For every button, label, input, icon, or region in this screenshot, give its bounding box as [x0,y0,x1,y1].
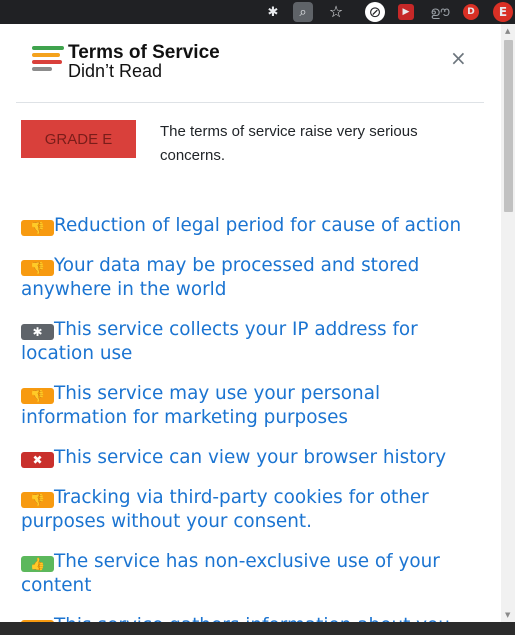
thumbs-up-icon: 👍 [21,556,54,572]
close-button[interactable]: × [450,46,467,70]
bookmark-star-icon[interactable]: ☆ [326,2,346,22]
avatar-glyph: E [498,5,508,19]
red-play-extension-icon[interactable]: ▶ [398,4,414,20]
point-item[interactable]: 👎This service gathers information about … [21,614,471,622]
d-extension-icon[interactable]: D [463,4,479,20]
extension-puzzle-icon[interactable]: ✱ [263,2,283,22]
point-item[interactable]: 👍 The service has non-exclusive use of yo… [21,550,471,598]
point-text[interactable]: This service gathers information about y… [54,615,450,622]
grade-description: The terms of service raise very serious … [160,123,418,164]
x-mark-icon: ✖ [21,452,54,468]
scroll-up-arrow-icon[interactable]: ▲ [505,27,510,35]
app-title-line1: Terms of Service [68,42,220,63]
thumbs-down-icon: 👎 [21,260,54,276]
thumbs-down-icon: 👎 [21,492,54,508]
point-item[interactable]: 👎 Reduction of legal period for cause of … [21,214,471,238]
grade-badge: GRADE E [21,120,136,158]
thumbs-down-icon: 👎 [21,388,54,404]
point-text[interactable]: The service has non-exclusive use of you… [21,551,440,596]
extension-puzzle-glyph: ✱ [267,4,279,20]
point-text[interactable]: This service can view your browser histo… [54,447,446,468]
point-text[interactable]: This service collects your IP address fo… [21,319,418,364]
point-item[interactable]: 👎 Tracking via third-party cookies for ot… [21,486,471,534]
point-item[interactable]: 👎 This service may use your personal info… [21,382,471,430]
point-text[interactable]: This service may use your personal infor… [21,383,380,428]
app-title: Terms of Service Didn’t Read [68,42,220,81]
scrollbar[interactable]: ▲ ▼ [501,24,515,622]
blocker-extension-icon[interactable]: ⊘ [365,2,385,22]
point-text[interactable]: Your data may be processed and stored an… [21,255,419,300]
search-extension-icon[interactable]: ⌕ [293,2,313,22]
points-list: 👎 Reduction of legal period for cause of … [21,214,471,622]
point-item[interactable]: 👎 Your data may be processed and stored a… [21,254,471,302]
scroll-down-arrow-icon[interactable]: ▼ [505,611,510,619]
logo-bar-gray [32,67,52,71]
star-glyph: ☆ [328,2,344,21]
point-item[interactable]: ✖ This service can view your browser hist… [21,446,471,470]
close-icon: × [450,46,467,70]
play-glyph: ▶ [402,6,410,17]
thumbs-down-icon: 👎 [21,220,54,236]
scrollbar-thumb[interactable] [504,40,513,212]
point-text[interactable]: Reduction of legal period for cause of a… [54,215,461,236]
point-text[interactable]: Tracking via third-party cookies for oth… [21,487,429,532]
window-bottom-bar [0,622,515,635]
search-glyph: ⌕ [299,4,307,20]
logo-bar-orange [32,53,60,57]
blocker-glyph: ⊘ [368,2,382,21]
tosdr-logo-icon [32,46,64,76]
browser-toolbar: ✱ ⌕ ☆ ⊘ ▶ ഊ D E [0,0,515,24]
tosdr-popup: Terms of Service Didn’t Read × GRADE E T… [0,24,501,622]
header-divider [16,102,484,103]
point-item[interactable]: ✱ This service collects your IP address f… [21,318,471,366]
signature-extension-icon[interactable]: ഊ [430,2,450,22]
d-glyph: D [467,6,475,17]
signature-glyph: ഊ [430,4,450,20]
asterisk-icon: ✱ [21,324,54,340]
profile-avatar-icon[interactable]: E [493,2,513,22]
logo-bar-red [32,60,62,64]
app-title-line2: Didn’t Read [68,61,163,81]
logo-bar-green [32,46,64,50]
